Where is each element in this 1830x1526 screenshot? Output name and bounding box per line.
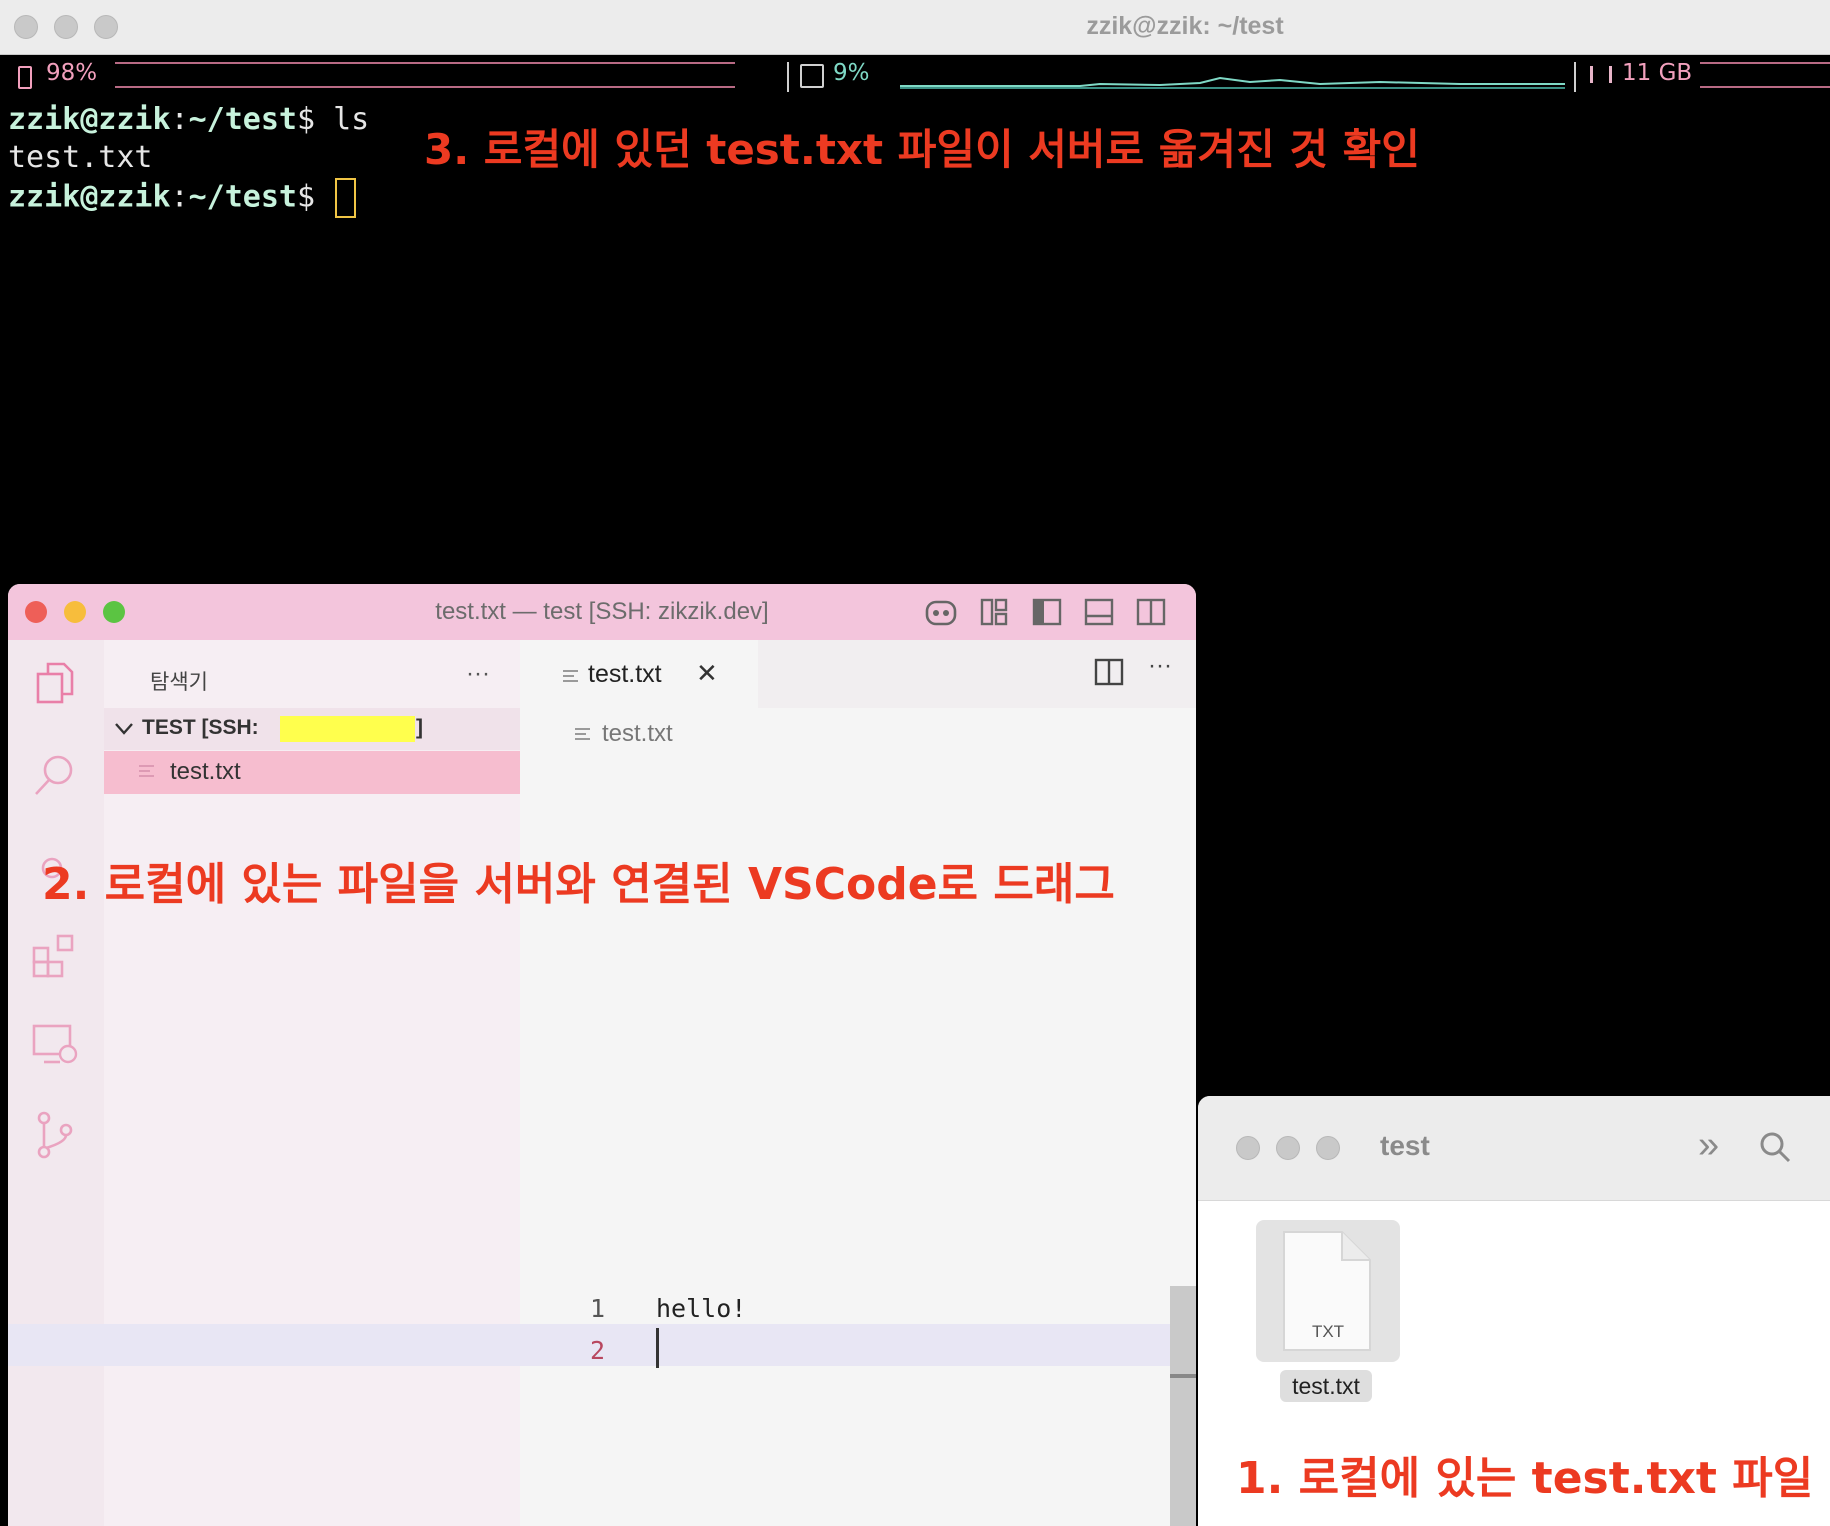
copilot-icon[interactable] — [924, 596, 958, 628]
explorer-more-button[interactable]: ··· — [466, 660, 490, 688]
text-file-icon — [575, 728, 590, 740]
status-divider — [787, 62, 789, 92]
command-text — [315, 180, 333, 215]
toolbar-overflow-icon[interactable]: » — [1698, 1124, 1719, 1167]
redaction-block — [280, 716, 415, 742]
split-editor-icon[interactable] — [1094, 658, 1124, 686]
annotation-step3: 3. 로컬에 있던 test.txt 파일이 서버로 옮겨진 것 확인 — [424, 125, 1420, 174]
terminal-output: test.txt — [8, 140, 153, 175]
tab-label: test.txt — [588, 660, 662, 688]
tab-close-icon[interactable]: ✕ — [696, 658, 718, 689]
line-number: 2 — [590, 1336, 606, 1365]
command-text: ls — [315, 102, 370, 137]
vscode-window: test.txt — test [SSH: zikzik.dev] 탐색기 ··… — [8, 584, 1196, 1526]
terminal-line: zzik@zzik:~/test$ ls — [8, 102, 369, 137]
prompt-dollar: $ — [297, 179, 316, 215]
editor-scrollbar[interactable] — [1170, 1286, 1196, 1526]
layout-customize-icon[interactable] — [980, 598, 1008, 626]
explorer-icon[interactable] — [30, 658, 80, 708]
vscode-title: test.txt — test [SSH: zikzik.dev] — [435, 598, 769, 625]
terminal-line: zzik@zzik:~/test$ — [8, 178, 357, 218]
toggle-panel-icon[interactable] — [1084, 598, 1114, 626]
explorer-file-item[interactable]: test.txt — [104, 751, 520, 794]
chevron-down-icon — [115, 723, 133, 735]
memory-icon — [1590, 66, 1612, 83]
code-line[interactable]: hello! — [656, 1294, 746, 1323]
prompt-user: zzik@zzik — [8, 102, 171, 137]
editor-cursor — [656, 1328, 659, 1368]
folder-header[interactable]: TEST [SSH: ] — [104, 708, 520, 750]
activity-bar — [8, 640, 104, 1526]
toggle-primary-sidebar-icon[interactable] — [1032, 598, 1062, 626]
prompt-sep: : — [170, 102, 189, 137]
toggle-secondary-sidebar-icon[interactable] — [1136, 598, 1166, 626]
line-number: 1 — [590, 1294, 606, 1323]
prompt-path: ~/test — [188, 102, 297, 137]
editor-area[interactable]: test.txt ✕ ··· test.txt — [520, 640, 1196, 1526]
explorer-file-name: test.txt — [170, 758, 241, 785]
folder-label: TEST [SSH: — [142, 716, 259, 739]
finder-toolbar: test » — [1198, 1096, 1830, 1201]
status-divider — [1574, 62, 1576, 92]
finder-title: test — [1380, 1130, 1430, 1161]
prompt-user: zzik@zzik — [8, 179, 171, 215]
text-file-icon — [563, 670, 578, 682]
extensions-icon[interactable] — [30, 930, 80, 980]
source-control-icon[interactable] — [30, 1110, 80, 1160]
file-item[interactable]: TXT — [1256, 1220, 1400, 1362]
scrollbar-marker — [1170, 1374, 1196, 1378]
annotation-step1: 1. 로컬에 있는 test.txt 파일 — [1236, 1453, 1814, 1504]
battery-value: 98% — [46, 60, 98, 86]
cpu-value: 9% — [833, 60, 870, 86]
zoom-button[interactable] — [1316, 1136, 1340, 1160]
text-file-icon — [139, 765, 154, 777]
explorer-title: 탐색기 — [150, 670, 208, 694]
remote-explorer-icon[interactable] — [30, 1020, 80, 1070]
breadcrumb[interactable]: test.txt — [602, 720, 673, 748]
file-name-label[interactable]: test.txt — [1280, 1370, 1372, 1402]
prompt-path: ~/test — [188, 179, 297, 215]
editor-more-button[interactable]: ··· — [1148, 652, 1172, 680]
prompt-dollar: $ — [297, 102, 316, 137]
memory-value: 11 GB — [1622, 60, 1693, 86]
file-type-label: TXT — [1311, 1322, 1345, 1341]
cpu-graph — [900, 76, 1565, 89]
battery-icon — [18, 66, 32, 89]
prompt-sep: : — [170, 179, 189, 215]
memory-bar — [1700, 62, 1830, 88]
cpu-icon — [800, 64, 824, 88]
minimize-button[interactable] — [1276, 1136, 1300, 1160]
terminal-cursor — [335, 178, 357, 218]
search-icon[interactable] — [30, 750, 80, 800]
explorer-sidebar: 탐색기 ··· TEST [SSH: ] test.txt — [104, 640, 521, 1526]
tab-test-txt[interactable]: test.txt ✕ — [520, 640, 758, 708]
battery-bar — [115, 62, 735, 88]
folder-label-end: ] — [416, 716, 423, 739]
search-icon[interactable] — [1758, 1130, 1792, 1164]
terminal-title: zzik@zzik: ~/test — [1086, 12, 1284, 40]
tab-bar — [758, 640, 1196, 708]
annotation-step2: 2. 로컬에 있는 파일을 서버와 연결된 VSCode로 드래그 — [42, 859, 1115, 910]
close-button[interactable] — [1236, 1136, 1260, 1160]
